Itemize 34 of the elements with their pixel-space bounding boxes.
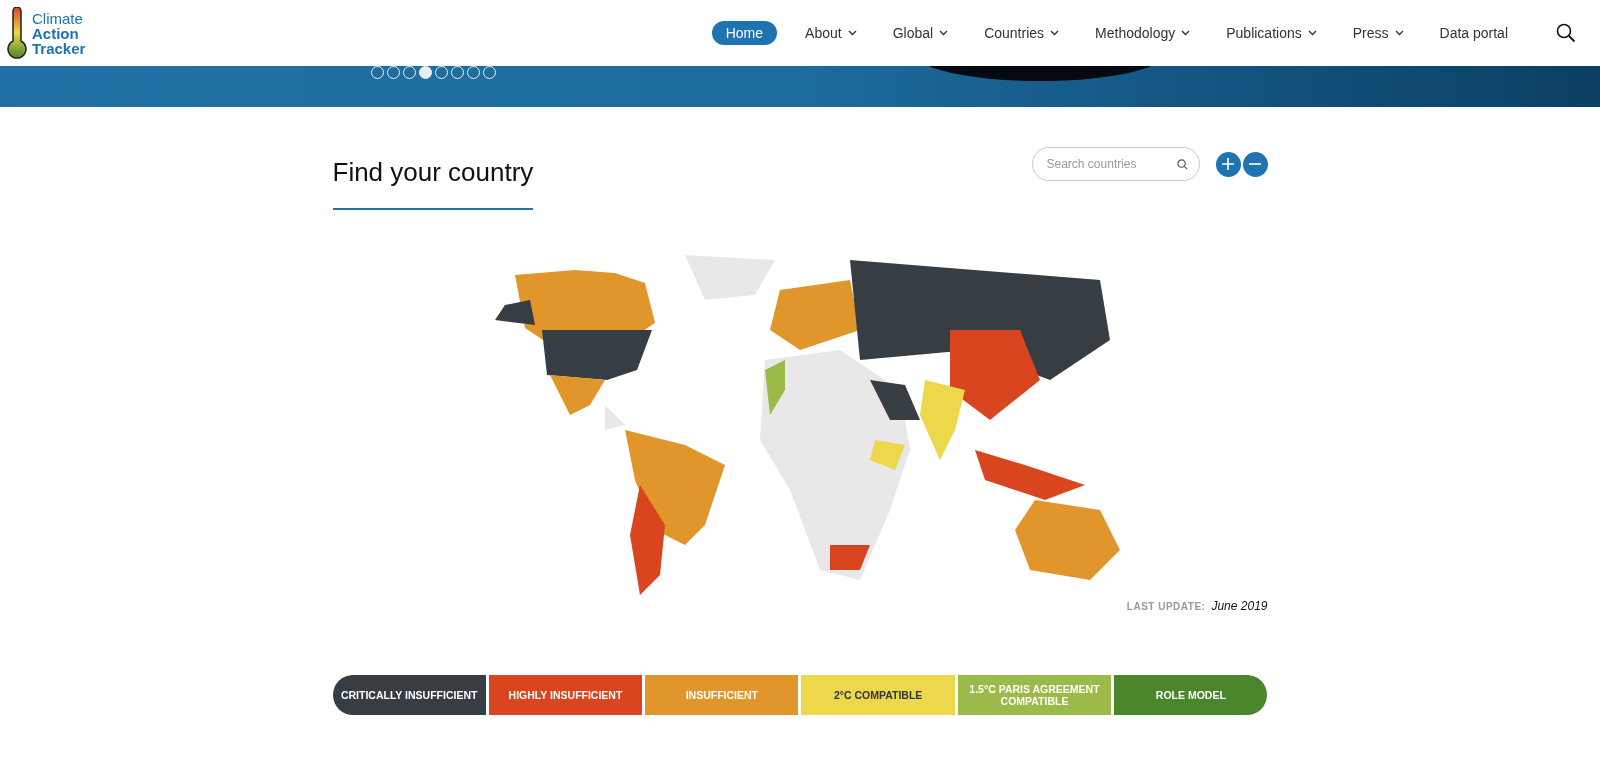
search-icon[interactable] (1556, 23, 1576, 43)
logo-text: Action (32, 25, 80, 41)
caret-icon (1307, 30, 1317, 36)
nav-link[interactable]: About (791, 21, 871, 45)
caret-icon (939, 30, 949, 36)
nav-link[interactable]: Home (711, 21, 778, 45)
plus-icon (1221, 157, 1235, 171)
caret-icon (1181, 30, 1191, 36)
logo-text: Tracker (32, 40, 86, 56)
nav-link[interactable]: Publications (1212, 21, 1331, 45)
section-heading: Find your country (332, 156, 534, 189)
thermometer-icon (6, 7, 28, 59)
legend-item: ROLE MODEL (1114, 675, 1268, 715)
search-field[interactable]: Search countries (1031, 147, 1200, 181)
legend-item: CRITICALLY INSUFFICIENT (332, 675, 486, 715)
nav-link[interactable]: Countries (970, 21, 1074, 45)
zoom-in-button[interactable] (1215, 151, 1241, 177)
carousel-dot[interactable] (419, 66, 432, 79)
caret-icon (1394, 30, 1404, 36)
last-update-label: LAST UPDATE: (1126, 601, 1206, 612)
nav-link[interactable]: Data portal (1425, 21, 1522, 45)
zoom-out-button[interactable] (1242, 151, 1268, 177)
search-icon (1176, 159, 1188, 170)
legend-item: 2°C COMPATIBLE (801, 675, 955, 715)
nav-link[interactable]: Press (1338, 21, 1418, 45)
nav-link[interactable]: Global (878, 21, 963, 45)
legend-item: INSUFFICIENT (645, 675, 799, 715)
last-update-date: June 2019 (1211, 599, 1268, 613)
legend-item: HIGHLY INSUFFICIENT (488, 675, 643, 715)
logo-text: Climate (32, 10, 84, 26)
nav-link[interactable]: Methodology (1081, 21, 1205, 45)
caret-icon (847, 30, 857, 36)
caret-icon (1050, 30, 1060, 36)
legend-item: 1.5°C PARIS AGREEMENT COMPATIBLE (957, 675, 1112, 715)
